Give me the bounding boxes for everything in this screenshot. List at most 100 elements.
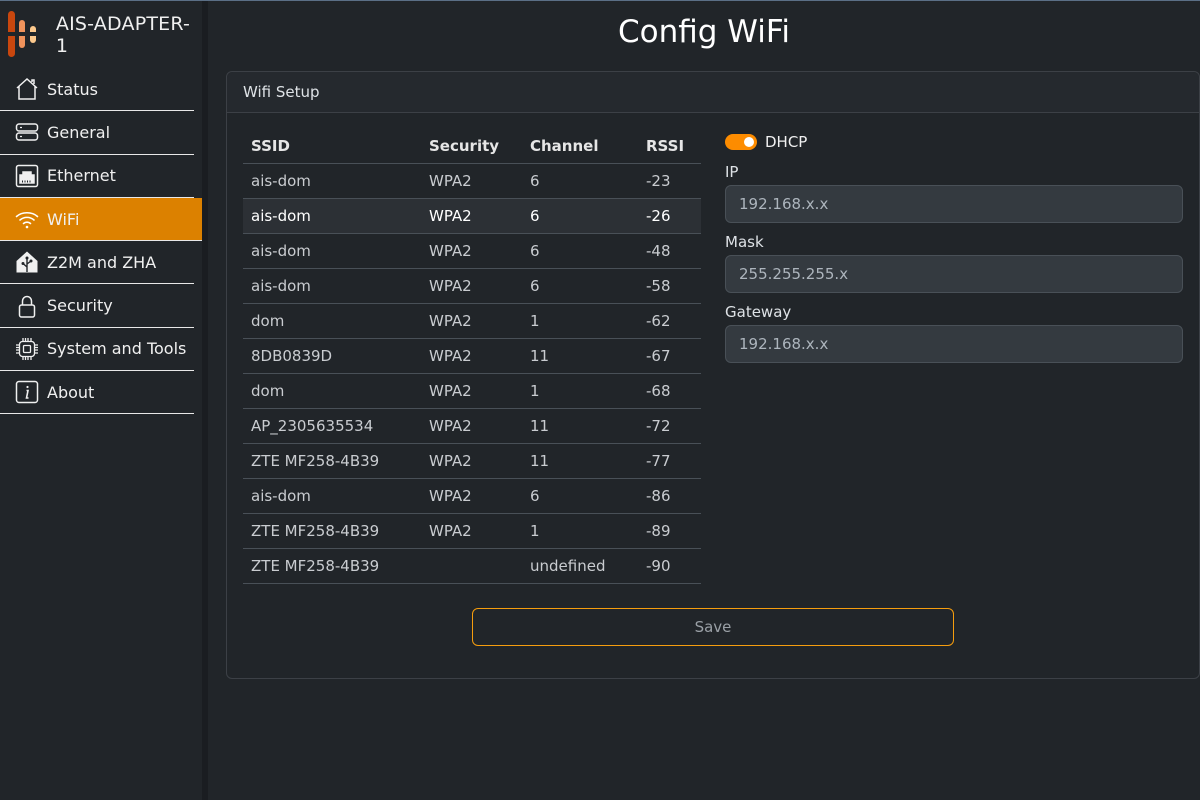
server-icon xyxy=(14,119,40,145)
cell-security: WPA2 xyxy=(421,233,522,269)
table-row[interactable]: ais-dom WPA2 6 -58 xyxy=(243,268,701,304)
table-row[interactable]: ZTE MF258-4B39 WPA2 1 -89 xyxy=(243,513,701,549)
cell-ssid: ais-dom xyxy=(243,233,421,269)
cell-channel: 1 xyxy=(522,513,638,549)
sidebar-item-label: WiFi xyxy=(47,209,80,229)
cell-security: WPA2 xyxy=(421,373,522,409)
dhcp-toggle[interactable] xyxy=(725,134,757,150)
page-title: Config WiFi xyxy=(617,14,791,50)
table-row[interactable]: ais-dom WPA2 6 -48 xyxy=(243,233,701,269)
logo-icon xyxy=(6,11,46,59)
gateway-input[interactable]: 192.168.x.x xyxy=(725,325,1183,363)
cell-rssi: -77 xyxy=(638,443,701,479)
table-header-row: SSID Security Channel RSSI xyxy=(243,129,701,164)
dhcp-label: DHCP xyxy=(765,133,808,151)
table-row[interactable]: ZTE MF258-4B39 WPA2 11 -77 xyxy=(243,443,701,479)
gateway-label: Gateway xyxy=(725,303,792,321)
cell-security: WPA2 xyxy=(421,513,522,549)
column-header-ssid[interactable]: SSID xyxy=(243,129,421,164)
table-row[interactable]: dom WPA2 1 -68 xyxy=(243,373,701,409)
cell-rssi: -23 xyxy=(638,163,701,199)
info-icon xyxy=(14,379,40,405)
cell-channel: 1 xyxy=(522,303,638,339)
cell-rssi: -90 xyxy=(638,548,701,584)
cell-security: WPA2 xyxy=(421,163,522,199)
brand: AIS-ADAPTER-1 xyxy=(0,11,202,59)
cell-ssid: dom xyxy=(243,373,421,409)
sidebar-item-label: Security xyxy=(47,296,113,316)
column-header-rssi[interactable]: RSSI xyxy=(638,129,701,164)
device-name: AIS-ADAPTER-1 xyxy=(55,13,191,57)
table-row[interactable]: dom WPA2 1 -62 xyxy=(243,303,701,339)
wifi-networks-table: SSID Security Channel RSSI ais-dom WPA2 6-… xyxy=(243,129,701,584)
sidebar-item-label: Z2M and ZHA xyxy=(47,252,157,272)
table-row[interactable]: ais-dom WPA2 6 -23 xyxy=(243,163,701,199)
cell-rssi: -48 xyxy=(638,233,701,269)
sidebar-item-label: Status xyxy=(47,79,98,99)
cell-ssid: ais-dom xyxy=(243,268,421,304)
cell-security: WPA2 xyxy=(421,478,522,514)
table-row[interactable]: 8DB0839D WPA2 11 -67 xyxy=(243,338,701,374)
cell-ssid: AP_2305635534 xyxy=(243,408,421,444)
sidebar-item-label: System and Tools xyxy=(47,339,187,359)
cell-ssid: 8DB0839D xyxy=(243,338,421,374)
cell-security: WPA2 xyxy=(421,443,522,479)
cell-channel: 6 xyxy=(522,268,638,304)
lock-icon xyxy=(14,293,40,319)
cell-channel: 6 xyxy=(522,478,638,514)
sidebar-item-wifi[interactable]: WiFi xyxy=(0,197,202,242)
cell-ssid: ZTE MF258-4B39 xyxy=(243,443,421,479)
cell-security: WPA2 xyxy=(421,268,522,304)
sidebar-item-label: About xyxy=(47,382,95,402)
cell-ssid: ZTE MF258-4B39 xyxy=(243,513,421,549)
wifi-icon xyxy=(14,206,40,232)
sidebar-item-about[interactable]: About xyxy=(0,371,194,415)
card-header: Wifi Setup xyxy=(227,72,1199,113)
cell-rssi: -89 xyxy=(638,513,701,549)
cell-security: WPA2 xyxy=(421,198,522,234)
sidebar-item-security[interactable]: Security xyxy=(0,284,194,328)
table-row[interactable]: AP_2305635534 WPA2 11 -72 xyxy=(243,408,701,444)
cell-rssi: -58 xyxy=(638,268,701,304)
ip-input[interactable]: 192.168.x.x xyxy=(725,185,1183,223)
sidebar-item-ethernet[interactable]: Ethernet xyxy=(0,155,194,198)
home-assistant-icon xyxy=(14,249,40,275)
sidebar: AIS-ADAPTER-1 Status General Ethernet Wi… xyxy=(0,1,202,800)
save-button[interactable]: Save xyxy=(472,608,954,646)
sidebar-item-status[interactable]: Status xyxy=(0,68,194,112)
ip-config-form: DHCP IP 192.168.x.x Mask 255.255.255.x G… xyxy=(725,131,1183,363)
cell-channel: 1 xyxy=(522,373,638,409)
home-icon xyxy=(14,76,40,102)
sidebar-item-z2m-zha[interactable]: Z2M and ZHA xyxy=(0,241,194,285)
sidebar-divider xyxy=(202,1,208,800)
cell-rssi: -67 xyxy=(638,338,701,374)
cell-channel: undefined xyxy=(522,548,638,584)
sidebar-item-system-tools[interactable]: System and Tools xyxy=(0,328,194,372)
cell-channel: 11 xyxy=(522,338,638,374)
cell-rssi: -26 xyxy=(638,198,701,234)
cell-security: WPA2 xyxy=(421,338,522,374)
cell-rssi: -72 xyxy=(638,408,701,444)
sidebar-item-general[interactable]: General xyxy=(0,111,194,155)
table-row[interactable]: ZTE MF258-4B39 undefined -90 xyxy=(243,548,701,584)
column-header-security[interactable]: Security xyxy=(421,129,522,164)
cell-channel: 6 xyxy=(522,163,638,199)
cell-channel: 11 xyxy=(522,408,638,444)
dhcp-toggle-row: DHCP xyxy=(725,131,1183,153)
column-header-channel[interactable]: Channel xyxy=(522,129,638,164)
cell-channel: 11 xyxy=(522,443,638,479)
cell-channel: 6 xyxy=(522,233,638,269)
cell-ssid: dom xyxy=(243,303,421,339)
cell-ssid: ais-dom xyxy=(243,163,421,199)
cpu-icon xyxy=(14,336,40,362)
mask-input[interactable]: 255.255.255.x xyxy=(725,255,1183,293)
table-row[interactable]: ais-dom WPA2 6 -26 xyxy=(243,198,701,234)
sidebar-item-label: General xyxy=(47,122,111,142)
sidebar-nav: Status General Ethernet WiFi Z2M and ZHA xyxy=(0,68,202,415)
wifi-setup-card: Wifi Setup SSID Security Channel RSSI ai… xyxy=(226,71,1200,679)
table-row[interactable]: ais-dom WPA2 6 -86 xyxy=(243,478,701,514)
mask-label: Mask xyxy=(725,233,764,251)
cell-channel: 6 xyxy=(522,198,638,234)
ip-label: IP xyxy=(725,163,739,181)
cell-rssi: -62 xyxy=(638,303,701,339)
